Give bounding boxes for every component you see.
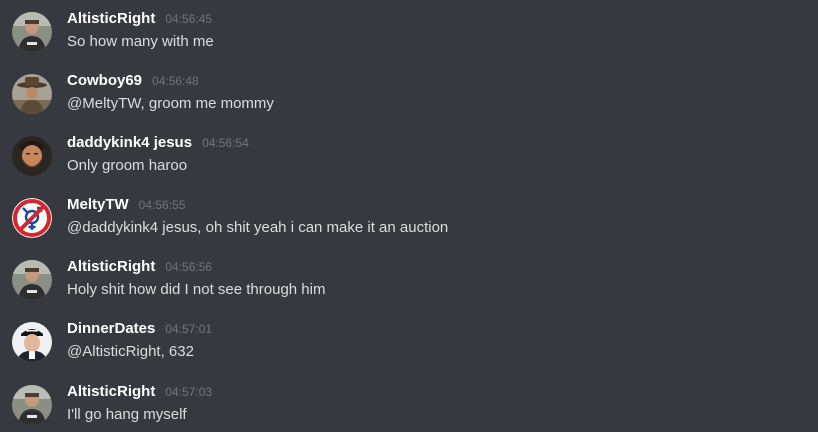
username[interactable]: AltisticRight — [67, 10, 155, 27]
message-text: @AltisticRight, 632 — [67, 343, 194, 360]
message-text: I'll go hang myself — [67, 406, 187, 423]
message-item: MeltyTW 04:56:55 @daddykink4 jesus, oh s… — [0, 196, 818, 256]
username[interactable]: Cowboy69 — [67, 72, 142, 89]
timestamp: 04:56:48 — [152, 74, 199, 88]
timestamp: 04:56:45 — [165, 12, 213, 26]
username[interactable]: AltisticRight — [67, 383, 155, 400]
message-text: Only groom haroo — [67, 157, 188, 174]
cowboy-avatar[interactable] — [12, 74, 52, 114]
message-item: AltisticRight 04:56:45 So how many with … — [0, 10, 818, 70]
bearded-man-avatar[interactable] — [12, 136, 52, 176]
timestamp: 04:56:55 — [138, 198, 186, 212]
man-outdoor-avatar[interactable] — [12, 385, 52, 425]
username[interactable]: AltisticRight — [67, 258, 155, 275]
message-item: AltisticRight 04:57:03 I'll go hang myse… — [0, 383, 818, 432]
timestamp: 04:56:54 — [202, 136, 249, 150]
username[interactable]: MeltyTW — [67, 196, 129, 213]
message-text: Holy shit how did I not see through him — [67, 281, 326, 298]
man-outdoor-avatar[interactable] — [12, 260, 52, 300]
username[interactable]: DinnerDates — [67, 320, 155, 337]
man-outdoor-avatar[interactable] — [12, 12, 52, 52]
prohibited-symbol-avatar[interactable] — [12, 198, 52, 238]
man-in-cap-avatar[interactable] — [12, 322, 52, 362]
username[interactable]: daddykink4 jesus — [67, 134, 192, 151]
message-text: So how many with me — [67, 33, 214, 50]
message-item: AltisticRight 04:56:56 Holy shit how did… — [0, 258, 818, 318]
timestamp: 04:57:03 — [165, 385, 213, 399]
message-item: DinnerDates 04:57:01 @AltisticRight, 632 — [0, 320, 818, 380]
timestamp: 04:56:56 — [165, 260, 213, 274]
message-item: Cowboy69 04:56:48 @MeltyTW, groom me mom… — [0, 72, 818, 132]
message-text: @daddykink4 jesus, oh shit yeah i can ma… — [67, 219, 449, 236]
message-item: daddykink4 jesus 04:56:54 Only groom har… — [0, 134, 818, 194]
message-text: @MeltyTW, groom me mommy — [67, 95, 274, 112]
timestamp: 04:57:01 — [165, 322, 213, 336]
